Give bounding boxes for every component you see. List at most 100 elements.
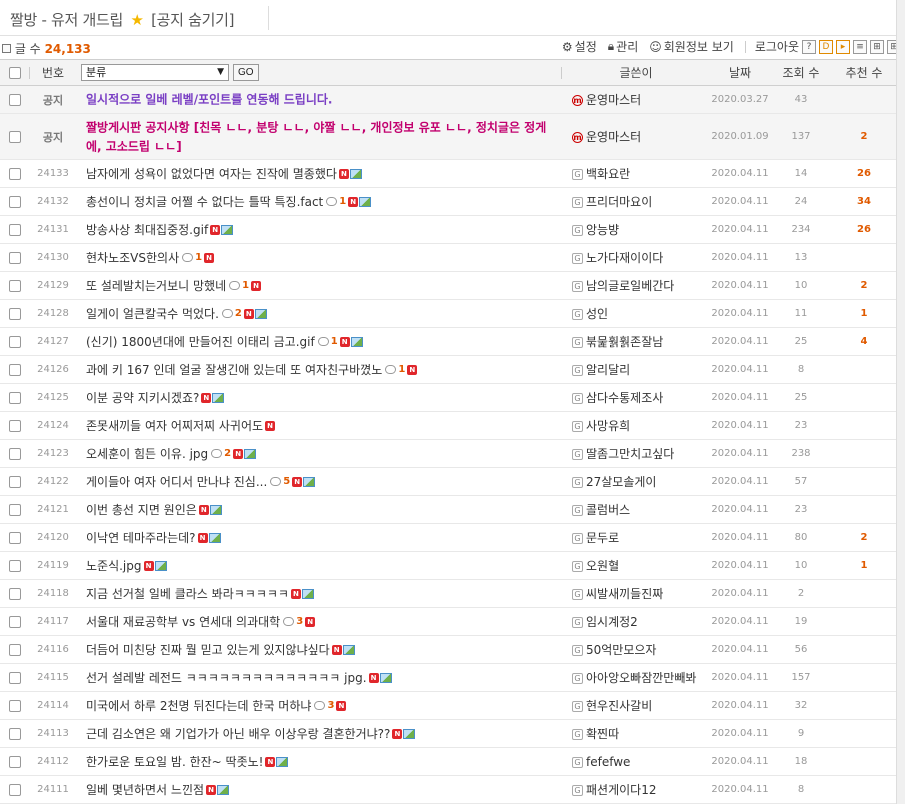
post-title[interactable]: 일베 몇년하면서 느낀점 <box>86 783 204 797</box>
row-checkbox[interactable] <box>9 168 21 180</box>
comment-count[interactable]: 5 <box>270 476 290 487</box>
post-title[interactable]: 더듬어 미친당 진짜 뭘 믿고 있는게 있지않냐싶다 <box>86 643 330 657</box>
comment-count[interactable]: 1 <box>229 280 249 291</box>
post-author[interactable]: 확찐따 <box>586 727 619 741</box>
post-title[interactable]: 또 설레발치는거보니 망했네 <box>86 279 226 293</box>
logout-link[interactable]: 로그아웃 <box>755 38 799 55</box>
post-author[interactable]: 아아앙오빠잠깐만빼봐 <box>586 671 696 685</box>
comment-count[interactable]: 3 <box>314 700 334 711</box>
hide-notice-toggle[interactable]: [공지 숨기기] <box>151 11 234 29</box>
comment-count[interactable]: 1 <box>385 364 405 375</box>
row-checkbox[interactable] <box>9 392 21 404</box>
post-author[interactable]: 백화요란 <box>586 167 630 181</box>
comment-count[interactable]: 2 <box>211 448 231 459</box>
member-info-link[interactable]: ☺ 회원정보 보기 <box>649 38 734 55</box>
row-checkbox[interactable] <box>9 700 21 712</box>
post-author[interactable]: 성인 <box>586 307 608 321</box>
post-title[interactable]: 현차노조VS한의사 <box>86 251 179 265</box>
manage-link[interactable]: 🔒︎ 관리 <box>608 38 638 55</box>
comment-count[interactable]: 1 <box>182 252 202 263</box>
board-title-text[interactable]: 짤방 - 유저 개드립 <box>10 11 123 29</box>
row-checkbox[interactable] <box>9 644 21 656</box>
go-button[interactable]: GO <box>233 64 259 81</box>
post-title[interactable]: 게이들아 여자 어디서 만나냐 진심... <box>86 475 267 489</box>
post-title[interactable]: 선거 설레발 레전드 ㅋㅋㅋㅋㅋㅋㅋㅋㅋㅋㅋㅋㅋㅋ jpg. <box>86 671 367 685</box>
header-date[interactable]: 날짜 <box>710 59 770 86</box>
post-title[interactable]: 미국에서 하루 2천명 뒤진다는데 한국 머하냐 <box>86 699 311 713</box>
post-author[interactable]: 50억만모으자 <box>586 643 656 657</box>
comment-count[interactable]: 1 <box>317 336 338 347</box>
row-checkbox[interactable] <box>9 420 21 432</box>
post-author[interactable]: 27살모솔게이 <box>586 475 656 489</box>
post-author[interactable]: 오원혈 <box>586 559 619 573</box>
header-author[interactable]: 글쓴이 <box>562 59 710 86</box>
post-title[interactable]: 남자에게 성욕이 없었다면 여자는 진작에 멸종했다 <box>86 167 337 181</box>
row-checkbox[interactable] <box>9 196 21 208</box>
post-author[interactable]: 콜럼버스 <box>586 503 630 517</box>
list-view-icon[interactable]: ≡ <box>853 39 867 54</box>
row-checkbox[interactable] <box>9 280 21 292</box>
notice-title[interactable]: 짤방게시판 공지사항 [친목 ㄴㄴ, 분탕 ㄴㄴ, 야짤 ㄴㄴ, 개인정보 유포… <box>86 121 546 154</box>
row-checkbox[interactable] <box>9 728 21 740</box>
header-recommend[interactable]: 추천 수 <box>832 59 896 86</box>
scrollbar[interactable] <box>896 0 905 804</box>
post-title[interactable]: 방송사상 최대집중정.gif <box>86 223 208 237</box>
comment-count[interactable]: 3 <box>283 616 303 627</box>
row-checkbox[interactable] <box>9 364 21 376</box>
post-author[interactable]: fefefwe <box>586 755 630 769</box>
post-title[interactable]: 이번 총선 지면 원인은 <box>86 503 197 517</box>
post-author[interactable]: 알리달리 <box>586 363 630 377</box>
row-checkbox[interactable] <box>9 94 21 106</box>
row-checkbox[interactable] <box>9 672 21 684</box>
post-author[interactable]: 붂뭁훩훩존잘남 <box>586 335 663 349</box>
comment-count[interactable]: 2 <box>221 308 242 319</box>
row-checkbox[interactable] <box>9 308 21 320</box>
post-title[interactable]: 이분 공약 지키시겠죠? <box>86 391 199 405</box>
category-select[interactable]: 분류 ▼ <box>81 64 229 81</box>
row-checkbox[interactable] <box>9 616 21 628</box>
post-title[interactable]: 지금 선거철 일베 클라스 봐라ㅋㅋㅋㅋㅋ <box>86 587 289 601</box>
comment-count[interactable]: 1 <box>326 196 346 207</box>
row-checkbox[interactable] <box>9 252 21 264</box>
settings-link[interactable]: ⚙ 설정 <box>562 38 597 55</box>
row-checkbox[interactable] <box>9 224 21 236</box>
row-checkbox[interactable] <box>9 476 21 488</box>
post-author[interactable]: 삼다수통제조사 <box>586 391 663 405</box>
post-author[interactable]: 노가다재이이다 <box>586 251 663 265</box>
post-author[interactable]: 남의글로일베간다 <box>586 279 674 293</box>
help-icon[interactable]: ? <box>802 39 816 54</box>
header-number[interactable]: 번호 <box>30 59 76 86</box>
notice-author[interactable]: 운영마스터 <box>586 130 641 144</box>
header-views[interactable]: 조회 수 <box>770 59 832 86</box>
notice-author[interactable]: 운영마스터 <box>586 93 641 107</box>
webzine-view-icon[interactable]: ⊞ <box>870 39 884 54</box>
row-checkbox[interactable] <box>9 448 21 460</box>
post-title[interactable]: 과에 키 167 인데 얼굴 잘생긴애 있는데 또 여자친구바꼈노 <box>86 363 382 377</box>
post-author[interactable]: 씨발새끼들진짜 <box>586 587 663 601</box>
post-author[interactable]: 패션게이다12 <box>586 783 656 797</box>
post-author[interactable]: 앙능뱡 <box>586 223 619 237</box>
rss-icon[interactable]: ▸ <box>836 39 850 54</box>
post-title[interactable]: 근데 김소연은 왜 기업가가 아닌 배우 이상우랑 결혼한거냐?? <box>86 727 390 741</box>
row-checkbox[interactable] <box>9 588 21 600</box>
post-author[interactable]: 현우진사갈비 <box>586 699 652 713</box>
notice-title[interactable]: 일시적으로 일베 레벨/포인트를 연동해 드립니다. <box>86 93 332 107</box>
post-title[interactable]: 일게이 얼큰칼국수 먹었다. <box>86 307 219 321</box>
post-author[interactable]: 프리더마요이 <box>586 195 652 209</box>
post-author[interactable]: 임시계정2 <box>586 615 638 629</box>
post-author[interactable]: 딸좀그만치고싶다 <box>586 447 674 461</box>
row-checkbox[interactable] <box>9 756 21 768</box>
write-icon[interactable]: D <box>819 39 833 54</box>
row-checkbox[interactable] <box>9 784 21 796</box>
row-checkbox[interactable] <box>9 532 21 544</box>
select-all-checkbox[interactable] <box>9 67 21 79</box>
post-title[interactable]: (신기) 1800년대에 만들어진 이태리 금고.gif <box>86 335 315 349</box>
row-checkbox[interactable] <box>9 560 21 572</box>
post-title[interactable]: 한가로운 토요일 밤. 한잔~ 딱좃노! <box>86 755 263 769</box>
row-checkbox[interactable] <box>9 504 21 516</box>
post-title[interactable]: 노준식.jpg <box>86 559 142 573</box>
row-checkbox[interactable] <box>9 131 21 143</box>
post-author[interactable]: 사망유희 <box>586 419 630 433</box>
post-title[interactable]: 오세훈이 힘든 이유. jpg <box>86 447 208 461</box>
post-title[interactable]: 서울대 재료공학부 vs 연세대 의과대학 <box>86 615 280 629</box>
